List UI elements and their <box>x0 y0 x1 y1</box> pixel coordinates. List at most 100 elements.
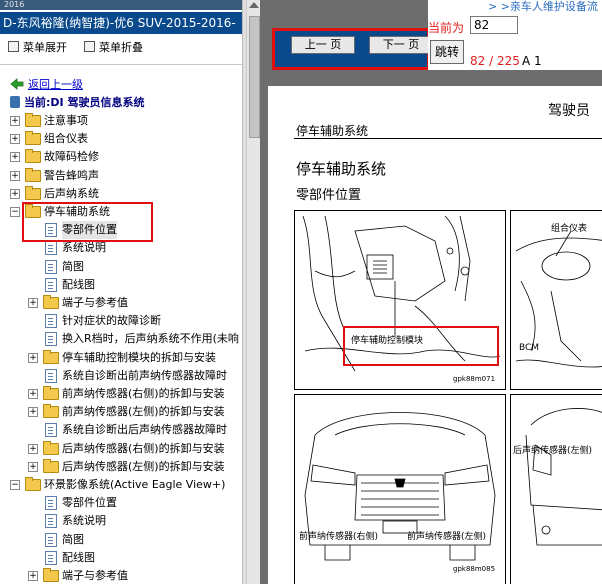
back-link[interactable]: 返回上一级 <box>10 77 83 93</box>
folder-icon <box>25 477 41 491</box>
expand-icon[interactable]: + <box>10 170 20 181</box>
tree-item-label: 后声纳传感器(左侧)的拆卸与安装 <box>62 459 225 473</box>
previous-page-button[interactable]: 上一 页 <box>291 36 355 54</box>
figure-front-sensors: 前声纳传感器(右侧) 前声纳传感器(左侧) gpk88m085 <box>294 394 506 584</box>
page-icon <box>45 550 57 565</box>
page-icon <box>45 277 57 292</box>
tree-item-label: 组合仪表 <box>44 132 88 146</box>
folder-icon <box>25 113 41 127</box>
top-banner: > >亲车人维护设备流 <box>428 0 602 16</box>
expand-icon[interactable]: + <box>28 407 38 418</box>
expand-all-icon <box>8 41 19 52</box>
menu-collapse-button[interactable]: 菜单折叠 <box>84 40 143 56</box>
tree-item-label: 警告蜂鸣声 <box>44 168 99 182</box>
expand-icon[interactable]: + <box>28 352 38 363</box>
tree-item-label: 简图 <box>62 259 84 273</box>
back-link-label: 返回上一级 <box>28 78 83 91</box>
tree-scrollbar[interactable] <box>246 0 260 584</box>
page-icon <box>45 423 57 438</box>
page-nav-toolbar: 上一 页 下一 页 <box>272 28 433 70</box>
tree-item-label: 配线图 <box>62 277 95 291</box>
folder-icon <box>43 386 59 400</box>
window-strip: 2016 <box>0 0 242 10</box>
go-button[interactable]: 跳转 <box>430 40 464 64</box>
tree-item-label: 系统说明 <box>62 514 106 528</box>
expand-icon[interactable]: + <box>28 461 38 472</box>
highlight-box <box>343 326 499 366</box>
tree-item-label: 注意事项 <box>44 114 88 127</box>
section-rule <box>294 138 602 139</box>
figure-dashboard: 组合仪表 BCM <box>510 210 602 390</box>
figure-rear-sensors: 后声纳传感器(左侧) <box>510 394 602 584</box>
expand-icon[interactable]: + <box>28 298 38 308</box>
page-icon <box>45 259 57 274</box>
menu-expand-button[interactable]: 菜单展开 <box>8 40 67 56</box>
menu-collapse-label: 菜单折叠 <box>99 41 143 54</box>
page-icon <box>45 496 57 511</box>
folder-icon <box>43 568 59 582</box>
figures-area: 停车辅助控制模块 gpk88m071 组合仪表 BCM 前声纳传感器(右侧) 前… <box>294 210 602 584</box>
tree-item-label: 系统自诊断出前声纳传感器故障时 <box>62 368 227 382</box>
current-location-label: 当前:DI 驾驶员信息系统 <box>24 96 145 109</box>
figure-label-rear-left: 后声纳传感器(左侧) <box>513 446 593 456</box>
dashboard-illustration <box>515 230 602 368</box>
highlight-box <box>22 202 153 243</box>
collapse-icon[interactable]: − <box>10 207 20 217</box>
current-page-label: 当前为 <box>428 21 465 35</box>
page-icon <box>45 514 57 529</box>
tree-item-label: 简图 <box>62 532 84 546</box>
tree-item-label: 零部件位置 <box>62 496 117 510</box>
expand-icon[interactable]: + <box>10 116 20 126</box>
tree-item-label: 换入R档时，后声纳系统不作用(未响 <box>62 332 239 346</box>
expand-icon[interactable]: + <box>10 152 20 163</box>
rear-car-illustration <box>525 408 602 546</box>
figure-label-bcm: BCM <box>519 343 540 353</box>
section-heading: 停车辅助系统 <box>296 124 369 138</box>
menu-toolbar: 菜单展开 菜单折叠 <box>0 38 242 58</box>
tree-item-label: 端子与参考值 <box>62 296 128 309</box>
expand-icon[interactable]: + <box>28 571 38 581</box>
page-suffix: A 1 <box>522 54 542 68</box>
page-jump-panel: 当前为 跳转 82 / 225 A 1 <box>428 16 602 70</box>
current-location: 当前:DI 驾驶员信息系统 <box>10 95 144 111</box>
collapse-icon[interactable]: − <box>10 480 20 490</box>
expand-icon[interactable]: + <box>28 389 38 399</box>
expand-icon[interactable]: + <box>10 188 20 199</box>
left-pane: 2016 D-东风裕隆(纳智捷)-优6 SUV-2015-2016- 菜单展开 … <box>0 0 242 584</box>
expand-icon[interactable]: + <box>28 443 38 454</box>
tree-item-label: 环景影像系统(Active Eagle View+) <box>44 478 226 491</box>
folder-icon <box>43 404 59 419</box>
menu-expand-label: 菜单展开 <box>23 41 67 54</box>
book-icon <box>10 96 20 108</box>
figure-code: gpk88m071 <box>453 375 496 383</box>
figure-label-cluster: 组合仪表 <box>551 224 588 234</box>
window-title-bar: D-东风裕隆(纳智捷)-优6 SUV-2015-2016- <box>0 12 242 34</box>
back-arrow-icon <box>10 78 24 90</box>
folder-icon <box>25 131 41 146</box>
page-count: 82 / 225 <box>470 54 520 68</box>
figure-label-front-left: 前声纳传感器(左侧) <box>407 532 487 542</box>
expand-icon[interactable]: + <box>10 134 20 145</box>
scroll-up-arrow-icon[interactable] <box>249 2 259 8</box>
tree-item-label: 针对症状的故障诊断 <box>62 314 161 328</box>
scrollbar-thumb[interactable] <box>249 16 260 138</box>
tree-item-label: 前声纳传感器(左侧)的拆卸与安装 <box>62 405 225 419</box>
folder-icon <box>25 149 41 164</box>
next-page-button[interactable]: 下一 页 <box>369 36 433 54</box>
folder-icon <box>43 440 59 455</box>
document-page: 驾驶员 停车辅助系统 停车辅助系统 零部件位置 停车辅助控制模块 gpk88m0… <box>268 86 602 584</box>
document-subtitle: 零部件位置 <box>296 188 362 203</box>
page-icon <box>45 241 57 256</box>
page-icon <box>45 332 57 347</box>
page-icon <box>45 368 57 383</box>
tree-item-label: 后声纳系统 <box>44 186 99 200</box>
folder-icon <box>43 295 59 309</box>
tree-item-label: 故障码检修 <box>44 150 99 164</box>
page-number-input[interactable] <box>470 16 518 34</box>
page-icon <box>45 314 57 329</box>
folder-icon <box>43 349 59 364</box>
page-header: 驾驶员 <box>548 103 590 119</box>
tree-item-label: 停车辅助控制模块的拆卸与安装 <box>62 350 216 364</box>
tree-item-label: 前声纳传感器(右侧)的拆卸与安装 <box>62 387 225 400</box>
figure-label-front-right: 前声纳传感器(右侧) <box>299 532 379 542</box>
